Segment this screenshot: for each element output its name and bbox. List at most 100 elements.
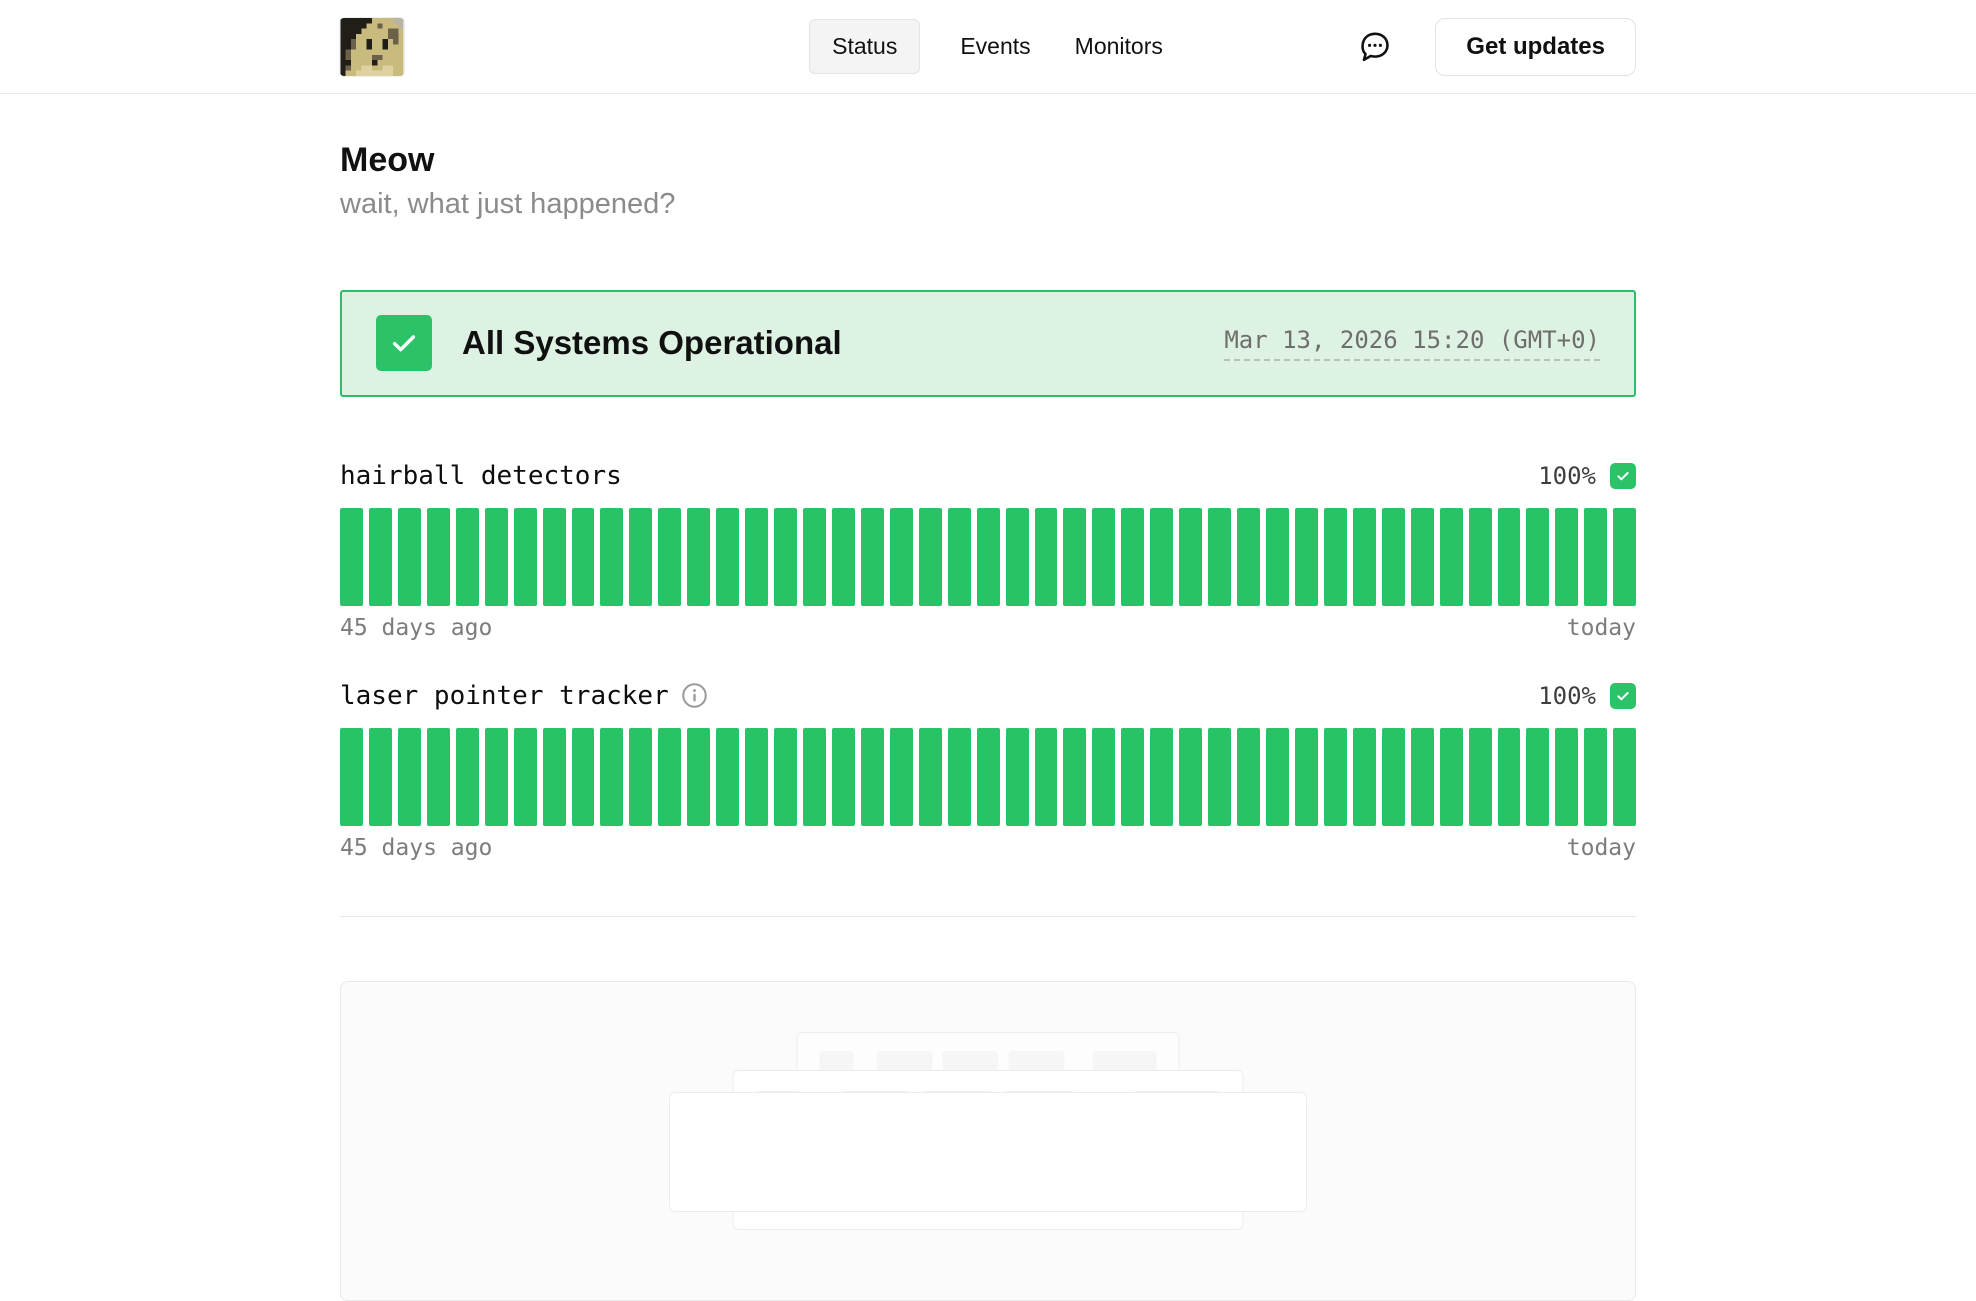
- uptime-bar[interactable]: [716, 508, 739, 606]
- uptime-bar[interactable]: [1440, 728, 1463, 826]
- uptime-bar[interactable]: [1179, 508, 1202, 606]
- uptime-bar[interactable]: [1440, 508, 1463, 606]
- uptime-bar[interactable]: [1006, 508, 1029, 606]
- uptime-bar[interactable]: [919, 508, 942, 606]
- uptime-bar[interactable]: [832, 728, 855, 826]
- uptime-bar[interactable]: [1063, 508, 1086, 606]
- uptime-bar[interactable]: [745, 728, 768, 826]
- uptime-bar[interactable]: [716, 728, 739, 826]
- uptime-bar[interactable]: [774, 508, 797, 606]
- uptime-bar[interactable]: [514, 508, 537, 606]
- uptime-bar[interactable]: [1179, 728, 1202, 826]
- uptime-bar[interactable]: [1498, 508, 1521, 606]
- uptime-bar[interactable]: [398, 508, 421, 606]
- uptime-bar[interactable]: [1208, 728, 1231, 826]
- uptime-bar[interactable]: [803, 728, 826, 826]
- tab-monitors[interactable]: Monitors: [1071, 20, 1167, 73]
- uptime-bar[interactable]: [1006, 728, 1029, 826]
- uptime-bar[interactable]: [1208, 508, 1231, 606]
- uptime-bar[interactable]: [456, 508, 479, 606]
- uptime-bar[interactable]: [1526, 508, 1549, 606]
- uptime-bar[interactable]: [1613, 508, 1636, 606]
- uptime-bar[interactable]: [543, 728, 566, 826]
- uptime-bar[interactable]: [977, 728, 1000, 826]
- uptime-bar[interactable]: [1324, 508, 1347, 606]
- uptime-bar[interactable]: [658, 508, 681, 606]
- uptime-bar[interactable]: [1121, 728, 1144, 826]
- uptime-bar[interactable]: [687, 508, 710, 606]
- uptime-bar[interactable]: [514, 728, 537, 826]
- uptime-bar[interactable]: [427, 508, 450, 606]
- uptime-bar[interactable]: [774, 728, 797, 826]
- uptime-bar[interactable]: [1035, 508, 1058, 606]
- uptime-bar[interactable]: [1237, 728, 1260, 826]
- uptime-bar[interactable]: [629, 508, 652, 606]
- uptime-bar[interactable]: [600, 508, 623, 606]
- uptime-bar[interactable]: [948, 728, 971, 826]
- uptime-bar[interactable]: [1498, 728, 1521, 826]
- uptime-bar[interactable]: [629, 728, 652, 826]
- uptime-bar[interactable]: [1266, 728, 1289, 826]
- uptime-bar[interactable]: [832, 508, 855, 606]
- uptime-bar[interactable]: [890, 508, 913, 606]
- uptime-bar[interactable]: [1613, 728, 1636, 826]
- uptime-bar[interactable]: [1526, 728, 1549, 826]
- tab-events[interactable]: Events: [956, 20, 1034, 73]
- uptime-bar[interactable]: [1150, 508, 1173, 606]
- uptime-bar[interactable]: [340, 728, 363, 826]
- uptime-bar[interactable]: [1469, 728, 1492, 826]
- uptime-bar[interactable]: [919, 728, 942, 826]
- uptime-bar[interactable]: [1092, 508, 1115, 606]
- feedback-chat-button[interactable]: [1357, 29, 1393, 65]
- uptime-bar[interactable]: [1555, 508, 1578, 606]
- uptime-bar[interactable]: [600, 728, 623, 826]
- uptime-bar[interactable]: [687, 728, 710, 826]
- uptime-bar[interactable]: [977, 508, 1000, 606]
- uptime-bar[interactable]: [1150, 728, 1173, 826]
- uptime-bar[interactable]: [1584, 728, 1607, 826]
- uptime-bar[interactable]: [340, 508, 363, 606]
- uptime-bar[interactable]: [890, 728, 913, 826]
- uptime-bar[interactable]: [1121, 508, 1144, 606]
- monitor-status-group: 100%: [1538, 462, 1636, 490]
- uptime-bar[interactable]: [1382, 508, 1405, 606]
- uptime-bar[interactable]: [1092, 728, 1115, 826]
- uptime-bar[interactable]: [1295, 728, 1318, 826]
- uptime-bar[interactable]: [658, 728, 681, 826]
- uptime-bar[interactable]: [948, 508, 971, 606]
- uptime-bar[interactable]: [1411, 508, 1434, 606]
- monitor-info-button[interactable]: [681, 682, 708, 709]
- uptime-bar[interactable]: [803, 508, 826, 606]
- uptime-bar[interactable]: [1584, 508, 1607, 606]
- get-updates-button[interactable]: Get updates: [1435, 18, 1636, 76]
- uptime-bar[interactable]: [369, 508, 392, 606]
- uptime-bar[interactable]: [456, 728, 479, 826]
- uptime-bar[interactable]: [543, 508, 566, 606]
- uptime-bar[interactable]: [572, 508, 595, 606]
- uptime-bar[interactable]: [1295, 508, 1318, 606]
- uptime-bar[interactable]: [369, 728, 392, 826]
- uptime-bar[interactable]: [485, 728, 508, 826]
- uptime-bar[interactable]: [1411, 728, 1434, 826]
- uptime-bar[interactable]: [1353, 728, 1376, 826]
- uptime-bar[interactable]: [1469, 508, 1492, 606]
- uptime-bar[interactable]: [1063, 728, 1086, 826]
- tab-status[interactable]: Status: [809, 19, 920, 74]
- uptime-bar[interactable]: [1382, 728, 1405, 826]
- uptime-bar[interactable]: [485, 508, 508, 606]
- site-logo[interactable]: [340, 18, 404, 76]
- uptime-bar[interactable]: [572, 728, 595, 826]
- uptime-bar[interactable]: [398, 728, 421, 826]
- uptime-bar[interactable]: [1353, 508, 1376, 606]
- uptime-bar[interactable]: [1035, 728, 1058, 826]
- status-timestamp[interactable]: Mar 13, 2026 15:20 (GMT+0): [1224, 326, 1600, 361]
- uptime-bar[interactable]: [745, 508, 768, 606]
- uptime-bar[interactable]: [1237, 508, 1260, 606]
- uptime-bar[interactable]: [1266, 508, 1289, 606]
- uptime-bar[interactable]: [1555, 728, 1578, 826]
- skeleton-block: [877, 1051, 933, 1071]
- uptime-bar[interactable]: [427, 728, 450, 826]
- uptime-bar[interactable]: [861, 508, 884, 606]
- uptime-bar[interactable]: [861, 728, 884, 826]
- uptime-bar[interactable]: [1324, 728, 1347, 826]
